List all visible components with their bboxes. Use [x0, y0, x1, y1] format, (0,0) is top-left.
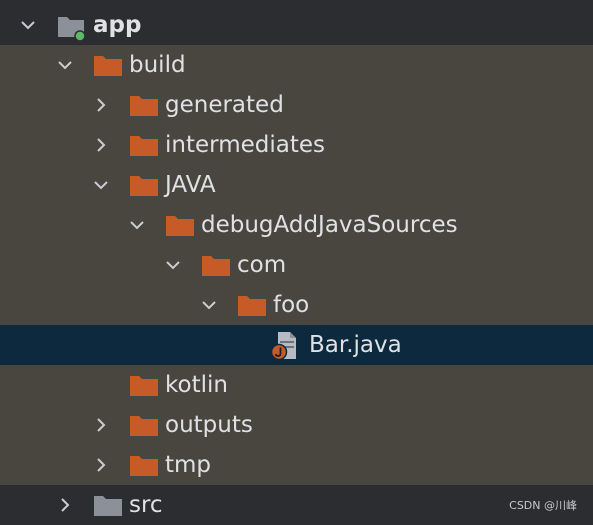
tree-item-com[interactable]: com [0, 245, 593, 285]
excluded-folder-icon [201, 255, 231, 277]
chevron-down-icon[interactable] [129, 217, 145, 233]
tree-item-label: intermediates [165, 132, 325, 158]
excluded-folder-icon [129, 95, 159, 117]
tree-item-foo[interactable]: foo [0, 285, 593, 325]
tree-item-generated[interactable]: generated [0, 85, 593, 125]
excluded-folder-icon [129, 375, 159, 397]
tree-item-label: Bar.java [309, 332, 402, 358]
excluded-folder-icon [165, 215, 195, 237]
tree-item-label: JAVA [165, 172, 216, 198]
chevron-down-icon[interactable] [93, 177, 109, 193]
excluded-folder-icon [129, 455, 159, 477]
tree-item-java[interactable]: JAVA [0, 165, 593, 205]
tree-item-label: com [237, 252, 287, 278]
chevron-down-icon[interactable] [20, 17, 36, 33]
tree-item-build[interactable]: build [0, 45, 593, 85]
tree-item-src[interactable]: src [0, 485, 593, 525]
tree-item-label: tmp [165, 452, 212, 478]
project-tree: app build generated intermediates JAVA d… [0, 5, 593, 525]
chevron-right-icon[interactable] [93, 137, 109, 153]
tree-item-label: app [93, 12, 142, 38]
chevron-right-icon[interactable] [93, 417, 109, 433]
tree-item-outputs[interactable]: outputs [0, 405, 593, 445]
chevron-right-icon[interactable] [57, 497, 73, 513]
tree-item-label: src [129, 492, 163, 518]
chevron-down-icon[interactable] [201, 297, 217, 313]
excluded-folder-icon [129, 175, 159, 197]
tree-item-bar-java[interactable]: Bar.java [0, 325, 593, 365]
chevron-right-icon[interactable] [93, 457, 109, 473]
excluded-folder-icon [129, 135, 159, 157]
tree-item-intermediates[interactable]: intermediates [0, 125, 593, 165]
tree-item-label: debugAddJavaSources [201, 212, 458, 238]
excluded-folder-icon [93, 55, 123, 77]
excluded-folder-icon [129, 415, 159, 437]
chevron-down-icon[interactable] [165, 257, 181, 273]
excluded-folder-icon [237, 295, 267, 317]
tree-item-label: build [129, 52, 186, 78]
chevron-right-icon[interactable] [93, 97, 109, 113]
folder-icon [93, 495, 123, 517]
tree-item-tmp[interactable]: tmp [0, 445, 593, 485]
module-folder-icon [57, 15, 87, 41]
java-file-icon [270, 331, 298, 361]
chevron-down-icon[interactable] [57, 57, 73, 73]
watermark: CSDN @川峰 [509, 499, 577, 512]
tree-item-kotlin[interactable]: kotlin [0, 365, 593, 405]
tree-item-label: outputs [165, 412, 253, 438]
tree-item-label: foo [273, 292, 310, 318]
tree-item-label: generated [165, 92, 284, 118]
tree-item-debugaddjavasources[interactable]: debugAddJavaSources [0, 205, 593, 245]
tree-item-app[interactable]: app [0, 5, 593, 45]
tree-item-label: kotlin [165, 372, 228, 398]
